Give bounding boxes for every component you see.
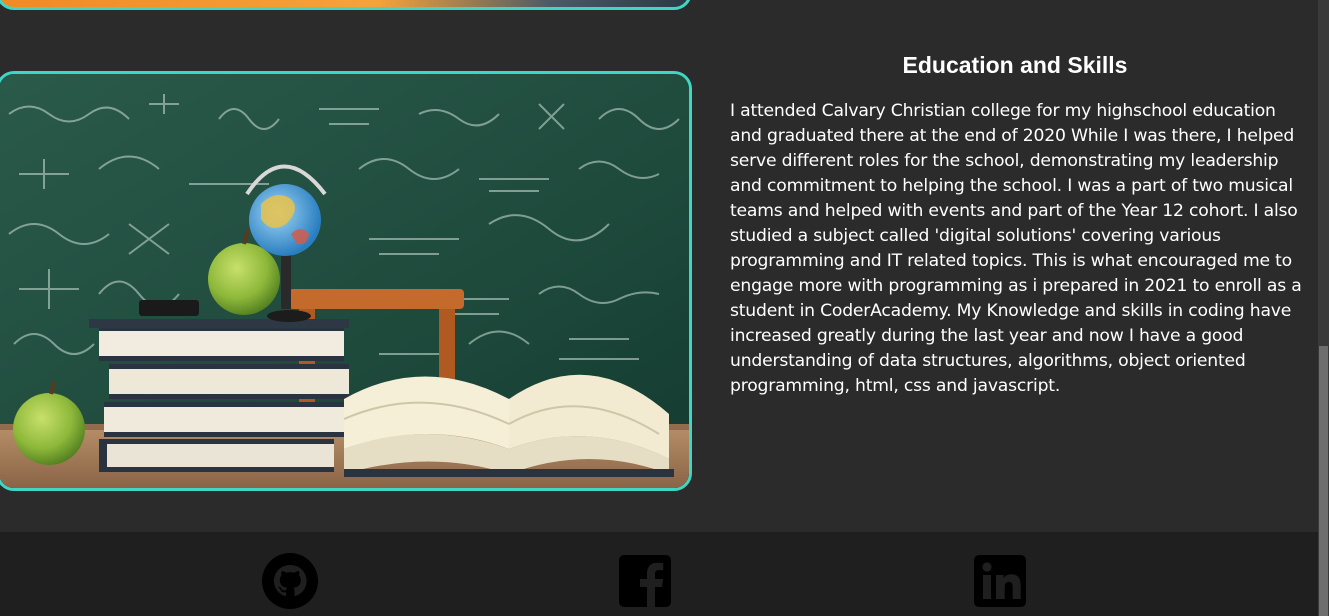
about-page: Education and Skills I attended Calvary … bbox=[0, 0, 1329, 616]
github-link[interactable] bbox=[262, 553, 318, 609]
education-title: Education and Skills bbox=[902, 52, 1128, 78]
education-image bbox=[0, 71, 692, 491]
education-paragraph: I attended Calvary Christian college for… bbox=[730, 101, 1302, 396]
facebook-icon bbox=[619, 555, 671, 609]
facebook-link[interactable] bbox=[617, 553, 673, 609]
vertical-scrollbar[interactable] bbox=[1318, 0, 1329, 616]
previous-section-image bbox=[0, 0, 692, 10]
linkedin-link[interactable] bbox=[972, 553, 1028, 609]
footer bbox=[0, 532, 1318, 616]
linkedin-icon bbox=[974, 555, 1026, 607]
github-icon bbox=[262, 553, 318, 609]
scrollbar-thumb[interactable] bbox=[1319, 346, 1328, 616]
